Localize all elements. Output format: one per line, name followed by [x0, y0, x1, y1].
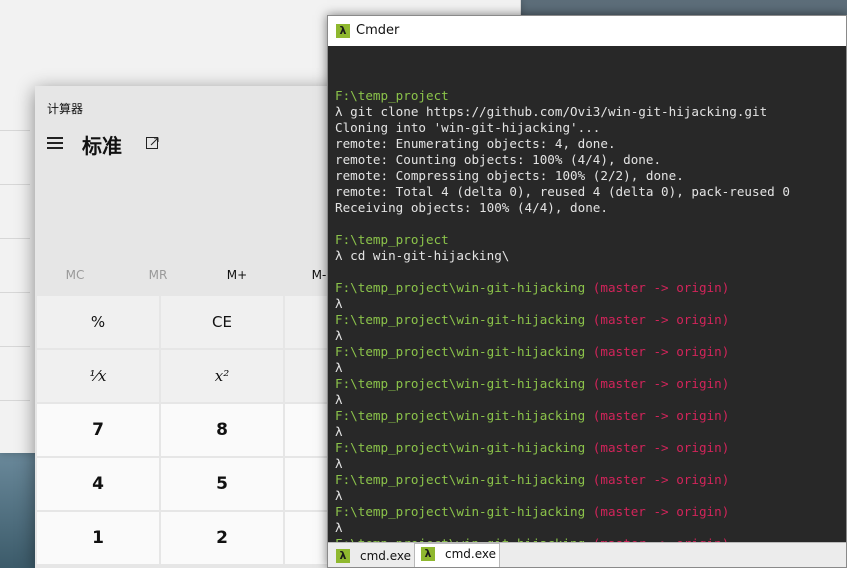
terminal-line: remote: Compressing objects: 100% (2/2),…: [335, 168, 846, 184]
digit-8-button[interactable]: 8: [161, 404, 283, 456]
digit-2-button[interactable]: 2: [161, 512, 283, 564]
percent-button[interactable]: %: [37, 296, 159, 348]
terminal-text: F:\temp_project\win-git-hijacking: [335, 440, 593, 455]
terminal-line: Cloning into 'win-git-hijacking'...: [335, 120, 846, 136]
terminal-text: remote: Enumerating objects: 4, done.: [335, 136, 616, 151]
terminal-line: F:\temp_project\win-git-hijacking (maste…: [335, 376, 846, 392]
terminal-text: F:\temp_project\win-git-hijacking: [335, 312, 593, 327]
memory-clear-button[interactable]: MC: [35, 268, 115, 282]
terminal-line: F:\temp_project\win-git-hijacking (maste…: [335, 312, 846, 328]
terminal-text: (master -> origin): [592, 504, 730, 519]
terminal-text: (master -> origin): [592, 280, 730, 295]
hamburger-menu-icon[interactable]: [47, 136, 65, 150]
terminal-text: F:\temp_project\win-git-hijacking: [335, 408, 593, 423]
terminal-text: λ: [335, 456, 343, 471]
cmder-lambda-icon: λ: [336, 24, 350, 38]
terminal-text: (master -> origin): [592, 408, 730, 423]
terminal-line: remote: Total 4 (delta 0), reused 4 (del…: [335, 184, 846, 200]
divider: [0, 184, 30, 185]
terminal-line: F:\temp_project\win-git-hijacking (maste…: [335, 440, 846, 456]
terminal-text: Receiving objects: 100% (4/4), done.: [335, 200, 608, 215]
terminal-line: F:\temp_project: [335, 232, 846, 248]
terminal-text: λ: [335, 488, 343, 503]
divider: [0, 238, 30, 239]
terminal-line: F:\temp_project\win-git-hijacking (maste…: [335, 280, 846, 296]
terminal-text: λ: [335, 520, 343, 535]
window-title: 计算器: [47, 102, 84, 116]
terminal-line: F:\temp_project: [335, 88, 846, 104]
terminal-output[interactable]: F:\temp_project λ git clone https://githu…: [335, 72, 846, 552]
terminal-text: λ: [335, 360, 343, 375]
reciprocal-button[interactable]: ¹⁄x: [37, 350, 159, 402]
terminal-line: λ: [335, 328, 846, 344]
terminal-text: (master -> origin): [592, 440, 730, 455]
terminal-text: (master -> origin): [592, 344, 730, 359]
terminal-text: λ: [335, 424, 343, 439]
terminal-text: F:\temp_project\win-git-hijacking: [335, 280, 593, 295]
cmder-window: λ Cmder F:\temp_project λ git clone https…: [327, 15, 847, 568]
terminal-line: F:\temp_project\win-git-hijacking (maste…: [335, 472, 846, 488]
terminal-text: λ git clone https://github.com/Ovi3/win-…: [335, 104, 768, 119]
terminal-text: (master -> origin): [592, 312, 730, 327]
divider: [0, 130, 30, 131]
terminal-line: remote: Enumerating objects: 4, done.: [335, 136, 846, 152]
tab-bar: λ cmd.exe λ cmd.exe: [328, 542, 846, 567]
terminal-text: λ: [335, 328, 343, 343]
tab-cmd-2[interactable]: λ cmd.exe: [414, 543, 500, 567]
terminal-text: F:\temp_project: [335, 88, 449, 103]
terminal-line: λ: [335, 456, 846, 472]
terminal-text: remote: Counting objects: 100% (4/4), do…: [335, 152, 662, 167]
terminal-text: F:\temp_project\win-git-hijacking: [335, 472, 593, 487]
terminal-text: (master -> origin): [592, 376, 730, 391]
terminal-text: remote: Compressing objects: 100% (2/2),…: [335, 168, 684, 183]
digit-5-button[interactable]: 5: [161, 458, 283, 510]
terminal-text: F:\temp_project\win-git-hijacking: [335, 344, 593, 359]
terminal-line: λ cd win-git-hijacking\: [335, 248, 846, 264]
terminal-text: λ: [335, 392, 343, 407]
cmder-lambda-icon: λ: [336, 549, 350, 563]
terminal-text: F:\temp_project\win-git-hijacking: [335, 376, 593, 391]
digit-7-button[interactable]: 7: [37, 404, 159, 456]
terminal-line: F:\temp_project\win-git-hijacking (maste…: [335, 408, 846, 424]
terminal-line: λ: [335, 296, 846, 312]
window-title: Cmder: [356, 23, 400, 38]
title-bar[interactable]: λ Cmder: [328, 16, 846, 46]
terminal-line: λ: [335, 392, 846, 408]
memory-add-button[interactable]: M+: [197, 268, 277, 282]
terminal-text: λ: [335, 296, 343, 311]
calculator-mode-title: 标准: [82, 134, 122, 158]
terminal-line: Receiving objects: 100% (4/4), done.: [335, 200, 846, 216]
cmder-lambda-icon: λ: [421, 547, 435, 561]
terminal-text: remote: Total 4 (delta 0), reused 4 (del…: [335, 184, 790, 199]
terminal-line: λ git clone https://github.com/Ovi3/win-…: [335, 104, 846, 120]
terminal-line: F:\temp_project\win-git-hijacking (maste…: [335, 344, 846, 360]
terminal-line: F:\temp_project\win-git-hijacking (maste…: [335, 504, 846, 520]
terminal-text: F:\temp_project: [335, 232, 449, 247]
divider: [0, 346, 30, 347]
memory-recall-button[interactable]: MR: [118, 268, 198, 282]
tab-label: cmd.exe: [360, 549, 412, 563]
terminal-line: λ: [335, 360, 846, 376]
square-button[interactable]: x²: [161, 350, 283, 402]
divider: [0, 400, 30, 401]
keep-on-top-icon[interactable]: [145, 135, 161, 151]
digit-4-button[interactable]: 4: [37, 458, 159, 510]
tab-cmd-1[interactable]: λ cmd.exe: [330, 546, 412, 567]
terminal-text: Cloning into 'win-git-hijacking'...: [335, 120, 601, 135]
tab-label: cmd.exe: [445, 547, 497, 561]
terminal-line: remote: Counting objects: 100% (4/4), do…: [335, 152, 846, 168]
terminal-text: (master -> origin): [592, 472, 730, 487]
terminal-line: λ: [335, 488, 846, 504]
terminal-text: λ cd win-git-hijacking\: [335, 248, 510, 263]
terminal-line: λ: [335, 424, 846, 440]
digit-1-button[interactable]: 1: [37, 512, 159, 564]
terminal-line: λ: [335, 520, 846, 536]
divider: [0, 292, 30, 293]
clear-entry-button[interactable]: CE: [161, 296, 283, 348]
terminal-text: F:\temp_project\win-git-hijacking: [335, 504, 593, 519]
